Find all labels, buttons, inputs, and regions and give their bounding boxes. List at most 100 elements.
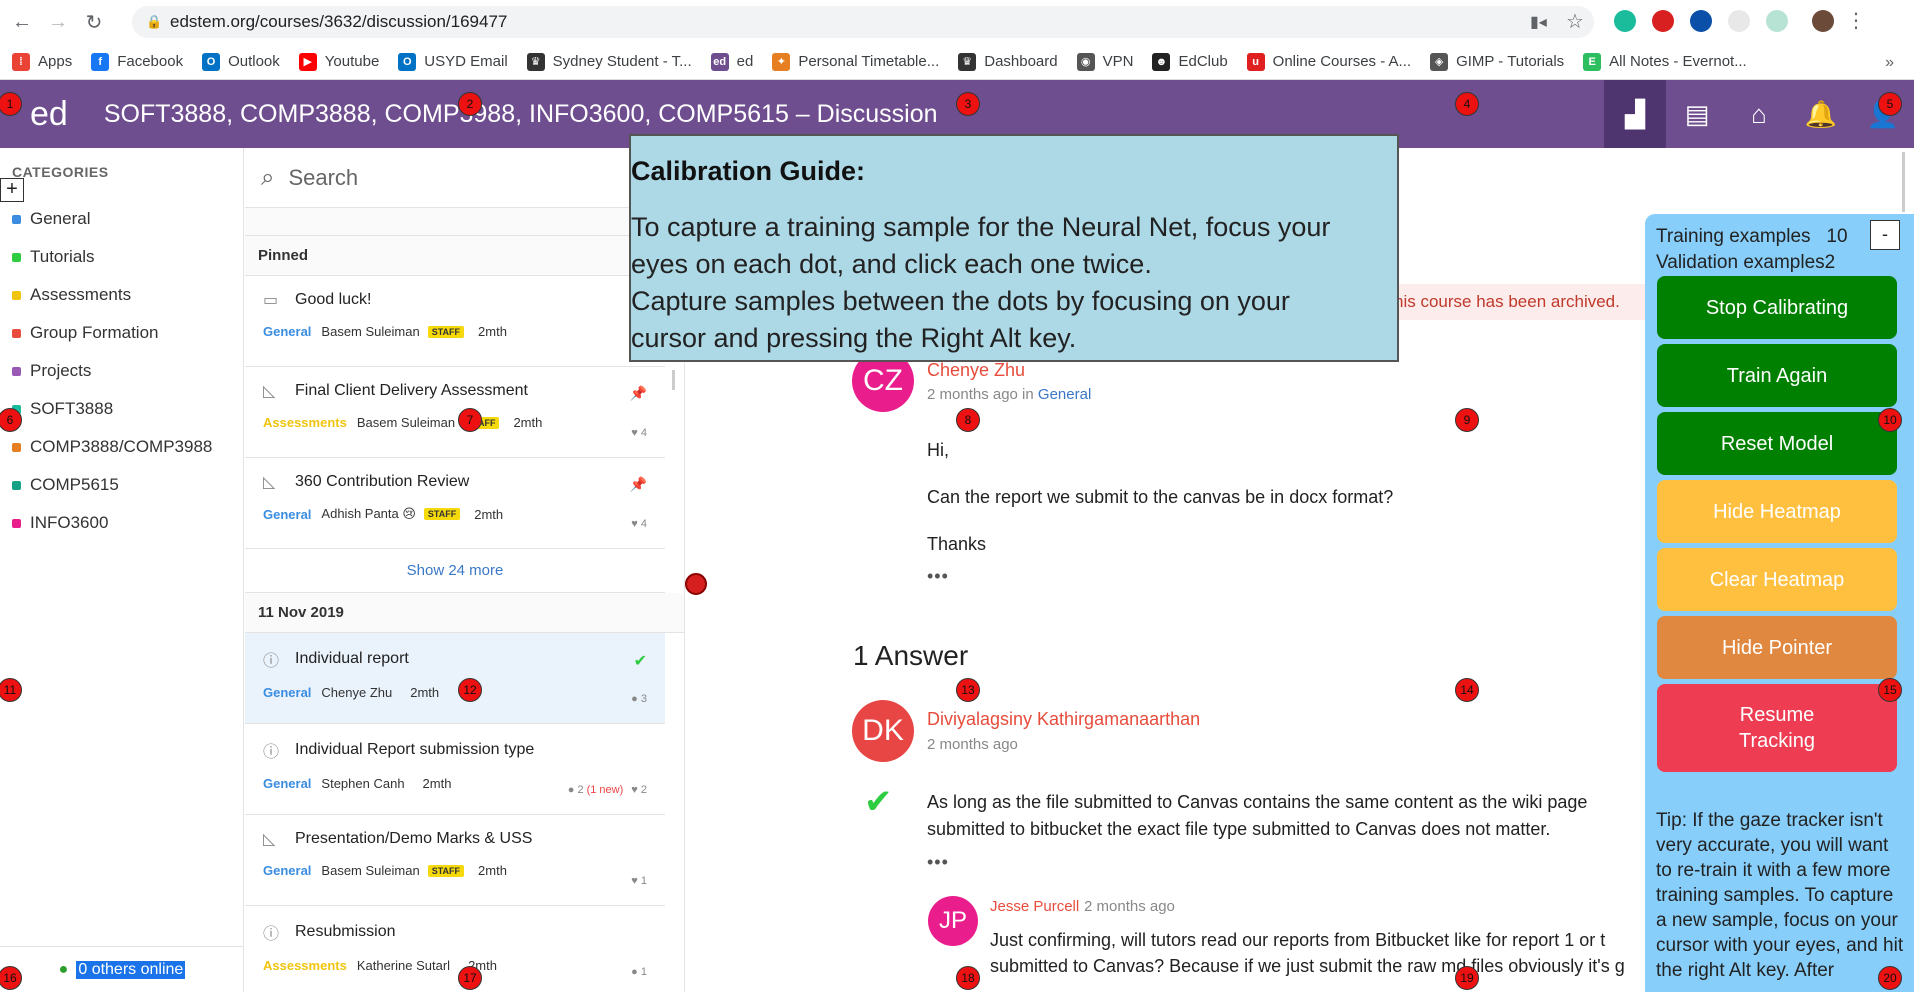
comment-icon: ●	[631, 693, 641, 705]
calibration-dot[interactable]: 13	[956, 678, 980, 702]
category-item[interactable]: COMP5615	[12, 466, 212, 504]
minimize-button[interactable]: -	[1870, 220, 1900, 250]
post-author[interactable]: Chenye Zhu	[927, 360, 1025, 381]
star-icon[interactable]: ☆	[1566, 9, 1584, 34]
post-body-line: Thanks	[927, 534, 987, 554]
calibration-dot[interactable]: 14	[1455, 678, 1479, 702]
scrollbar[interactable]	[1902, 152, 1905, 212]
thread-item[interactable]: ◺ Presentation/Demo Marks & USS General Bas…	[245, 815, 665, 906]
calibration-dot[interactable]: 19	[1455, 966, 1479, 990]
calibration-dot[interactable]: 7	[458, 408, 482, 432]
discussion-icon[interactable]: ▟	[1604, 80, 1666, 148]
thread-list-scrollbar[interactable]	[672, 370, 675, 390]
reset-model-button[interactable]: Reset Model	[1657, 412, 1897, 475]
bookmark-item[interactable]: ◈ GIMP - Tutorials	[1430, 52, 1564, 71]
stop-calibrating-button[interactable]: Stop Calibrating	[1657, 276, 1897, 339]
thread-item[interactable]: ◺ Final Client Delivery Assessment Assessm…	[245, 367, 665, 458]
question-icon: ⓘ	[263, 653, 280, 670]
calibration-dot[interactable]: 20	[1878, 966, 1902, 990]
thread-item[interactable]: ⓘ Individual report General Chenye Zhu 2mth ●…	[245, 633, 665, 724]
calibration-dot[interactable]: 3	[956, 92, 980, 116]
back-icon[interactable]: ←	[4, 4, 40, 40]
calibration-dot[interactable]: 5	[1878, 92, 1902, 116]
bookmark-item[interactable]: ◉ VPN	[1076, 52, 1133, 71]
bookmark-item[interactable]: O Outlook	[202, 52, 280, 71]
bookmark-item[interactable]: ed ed	[710, 52, 753, 71]
password-manager-icon[interactable]	[1690, 9, 1712, 32]
extension-m-icon[interactable]	[1614, 9, 1636, 32]
thread-item[interactable]: ⓘ Resubmission Assessments Katherine Sutarl…	[245, 906, 665, 992]
calibration-dot[interactable]: 8	[956, 408, 980, 432]
category-item[interactable]: Assessments	[12, 276, 212, 314]
answer-more-icon[interactable]: •••	[927, 852, 949, 873]
bookmark-item[interactable]: u Online Courses - A...	[1246, 52, 1411, 71]
menu-dots-icon[interactable]: ⋮	[1846, 8, 1866, 33]
comment-icon: ●	[631, 966, 641, 978]
search-bar[interactable]: ⌕ Search	[245, 148, 684, 208]
forward-icon[interactable]: →	[40, 4, 76, 40]
hide-heatmap-button[interactable]: Hide Heatmap	[1657, 480, 1897, 543]
category-item[interactable]: Group Formation	[12, 314, 212, 352]
reload-icon[interactable]: ↻	[76, 4, 112, 40]
search-input[interactable]: Search	[288, 165, 358, 191]
post-category[interactable]: General	[1038, 386, 1091, 403]
category-label: INFO3600	[30, 513, 109, 532]
bookmark-item[interactable]: ✦ Personal Timetable...	[772, 52, 939, 71]
bookmark-item[interactable]: O USYD Email	[398, 52, 508, 71]
online-count: 0 others online	[76, 960, 186, 979]
category-item[interactable]: COMP3888/COMP3988	[12, 428, 212, 466]
extension-blank-icon[interactable]	[1728, 9, 1750, 32]
train-again-button[interactable]: Train Again	[1657, 344, 1897, 407]
bookmark-item[interactable]: ⁞ Apps	[12, 52, 72, 71]
ed-logo[interactable]: ed	[30, 95, 68, 134]
bookmark-icon: ⁞	[12, 52, 30, 71]
thread-item[interactable]: ▭ Good luck! General Basem Suleiman STAFF 2mt…	[245, 276, 665, 367]
bookmark-item[interactable]: ♛ Sydney Student - T...	[526, 52, 692, 71]
extension-green-icon[interactable]	[1766, 9, 1788, 32]
post-more-icon[interactable]: •••	[927, 566, 949, 587]
thread-title: Presentation/Demo Marks & USS	[295, 830, 533, 847]
heart-icon: ♥	[631, 518, 641, 530]
comment-author[interactable]: Jesse Purcell	[990, 898, 1079, 915]
thread-item[interactable]: ⓘ Individual Report submission type Genera…	[245, 724, 665, 815]
home-icon[interactable]: ⌂	[1728, 80, 1790, 148]
category-item[interactable]: General	[12, 200, 212, 238]
calibration-dot[interactable]: 4	[1455, 92, 1479, 116]
category-item[interactable]: SOFT3888	[12, 390, 212, 428]
calibration-dot[interactable]: 2	[458, 92, 482, 116]
adblock-icon[interactable]	[1652, 9, 1674, 32]
hide-pointer-button[interactable]: Hide Pointer	[1657, 616, 1897, 679]
add-category-button[interactable]: +	[0, 178, 24, 202]
calibration-dot[interactable]: 17	[458, 966, 482, 990]
answer-author[interactable]: Diviyalagsiny Kathirgamanaarthan	[927, 709, 1200, 730]
bookmark-item[interactable]: ▶ Youtube	[298, 52, 379, 71]
bell-icon[interactable]: 🔔	[1790, 80, 1852, 148]
category-item[interactable]: Projects	[12, 352, 212, 390]
calibration-dot[interactable]: 15	[1878, 678, 1902, 702]
show-more-link[interactable]: Show 24 more	[245, 549, 665, 593]
calibration-dot[interactable]: 10	[1878, 408, 1902, 432]
bookmark-item[interactable]: ☻ EdClub	[1152, 52, 1228, 71]
thread-category: General	[263, 324, 312, 339]
camera-icon[interactable]: ▮◂	[1530, 12, 1547, 32]
bookmark-item[interactable]: ♛ Dashboard	[958, 52, 1058, 71]
profile-avatar[interactable]	[1812, 9, 1834, 32]
calibration-dot[interactable]: 18	[956, 966, 980, 990]
category-color-dot	[12, 366, 21, 376]
clear-heatmap-button[interactable]: Clear Heatmap	[1657, 548, 1897, 611]
category-item[interactable]: Tutorials	[12, 238, 212, 276]
calibration-dot[interactable]: 12	[458, 678, 482, 702]
bookmark-label: Facebook	[117, 53, 184, 70]
bookmarks-overflow-icon[interactable]: »	[1885, 54, 1894, 72]
resume-tracking-button[interactable]: Resume Tracking	[1657, 684, 1897, 772]
thread-item[interactable]: ◺ 360 Contribution Review General Adhish Pa…	[245, 458, 665, 549]
address-bar[interactable]: 🔒 edstem.org/courses/3632/discussion/169…	[132, 6, 1594, 38]
category-item[interactable]: INFO3600	[12, 504, 212, 542]
bookmark-item[interactable]: f Facebook	[91, 52, 184, 71]
chat-icon[interactable]: ▤	[1666, 80, 1728, 148]
person-icon: ●	[58, 960, 69, 978]
bookmark-item[interactable]: E All Notes - Evernot...	[1583, 52, 1747, 71]
lock-icon: 🔒	[146, 14, 163, 29]
calibration-dot[interactable]: 9	[1455, 408, 1479, 432]
thread-author: Basem Suleiman	[321, 324, 420, 339]
